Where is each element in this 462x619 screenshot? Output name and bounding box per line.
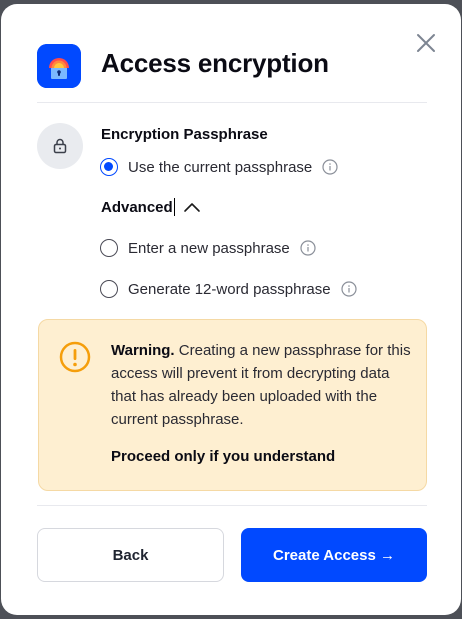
advanced-label: Advanced — [101, 198, 173, 216]
lock-icon — [37, 123, 83, 169]
access-encryption-dialog: Access encryption Encryption Passphrase … — [1, 4, 461, 615]
rainbow-lock-icon — [37, 44, 81, 88]
radio-new-passphrase[interactable] — [100, 239, 118, 257]
dialog-title: Access encryption — [101, 48, 329, 78]
close-icon[interactable] — [415, 32, 437, 54]
warning-proceed: Proceed only if you understand — [111, 448, 336, 465]
option-generate-passphrase[interactable]: Generate 12-word passphrase — [100, 278, 357, 300]
info-icon[interactable] — [322, 159, 338, 175]
advanced-toggle[interactable]: Advanced — [101, 198, 201, 216]
radio-generate-passphrase[interactable] — [100, 280, 118, 298]
text-cursor — [173, 198, 176, 216]
warning-text: Warning. Creating a new passphrase for t… — [111, 339, 416, 431]
warning-lead: Warning. — [111, 342, 175, 359]
footer-divider — [37, 505, 427, 506]
section-title: Encryption Passphrase — [101, 126, 268, 143]
dialog-header: Access encryption — [37, 40, 427, 88]
option-new-passphrase[interactable]: Enter a new passphrase — [100, 237, 316, 259]
create-access-button[interactable]: Create Access → — [241, 528, 427, 582]
chevron-up-icon — [184, 203, 201, 212]
warning-banner: Warning. Creating a new passphrase for t… — [38, 319, 427, 491]
option-label: Generate 12-word passphrase — [128, 280, 331, 298]
option-current-passphrase[interactable]: Use the current passphrase — [100, 156, 338, 178]
option-label: Enter a new passphrase — [128, 239, 290, 257]
exclamation-circle-icon — [59, 341, 91, 373]
info-icon[interactable] — [300, 240, 316, 256]
header-divider — [37, 102, 427, 103]
radio-current-passphrase[interactable] — [100, 158, 118, 176]
info-icon[interactable] — [341, 281, 357, 297]
back-button[interactable]: Back — [37, 528, 224, 582]
option-label: Use the current passphrase — [128, 158, 313, 176]
